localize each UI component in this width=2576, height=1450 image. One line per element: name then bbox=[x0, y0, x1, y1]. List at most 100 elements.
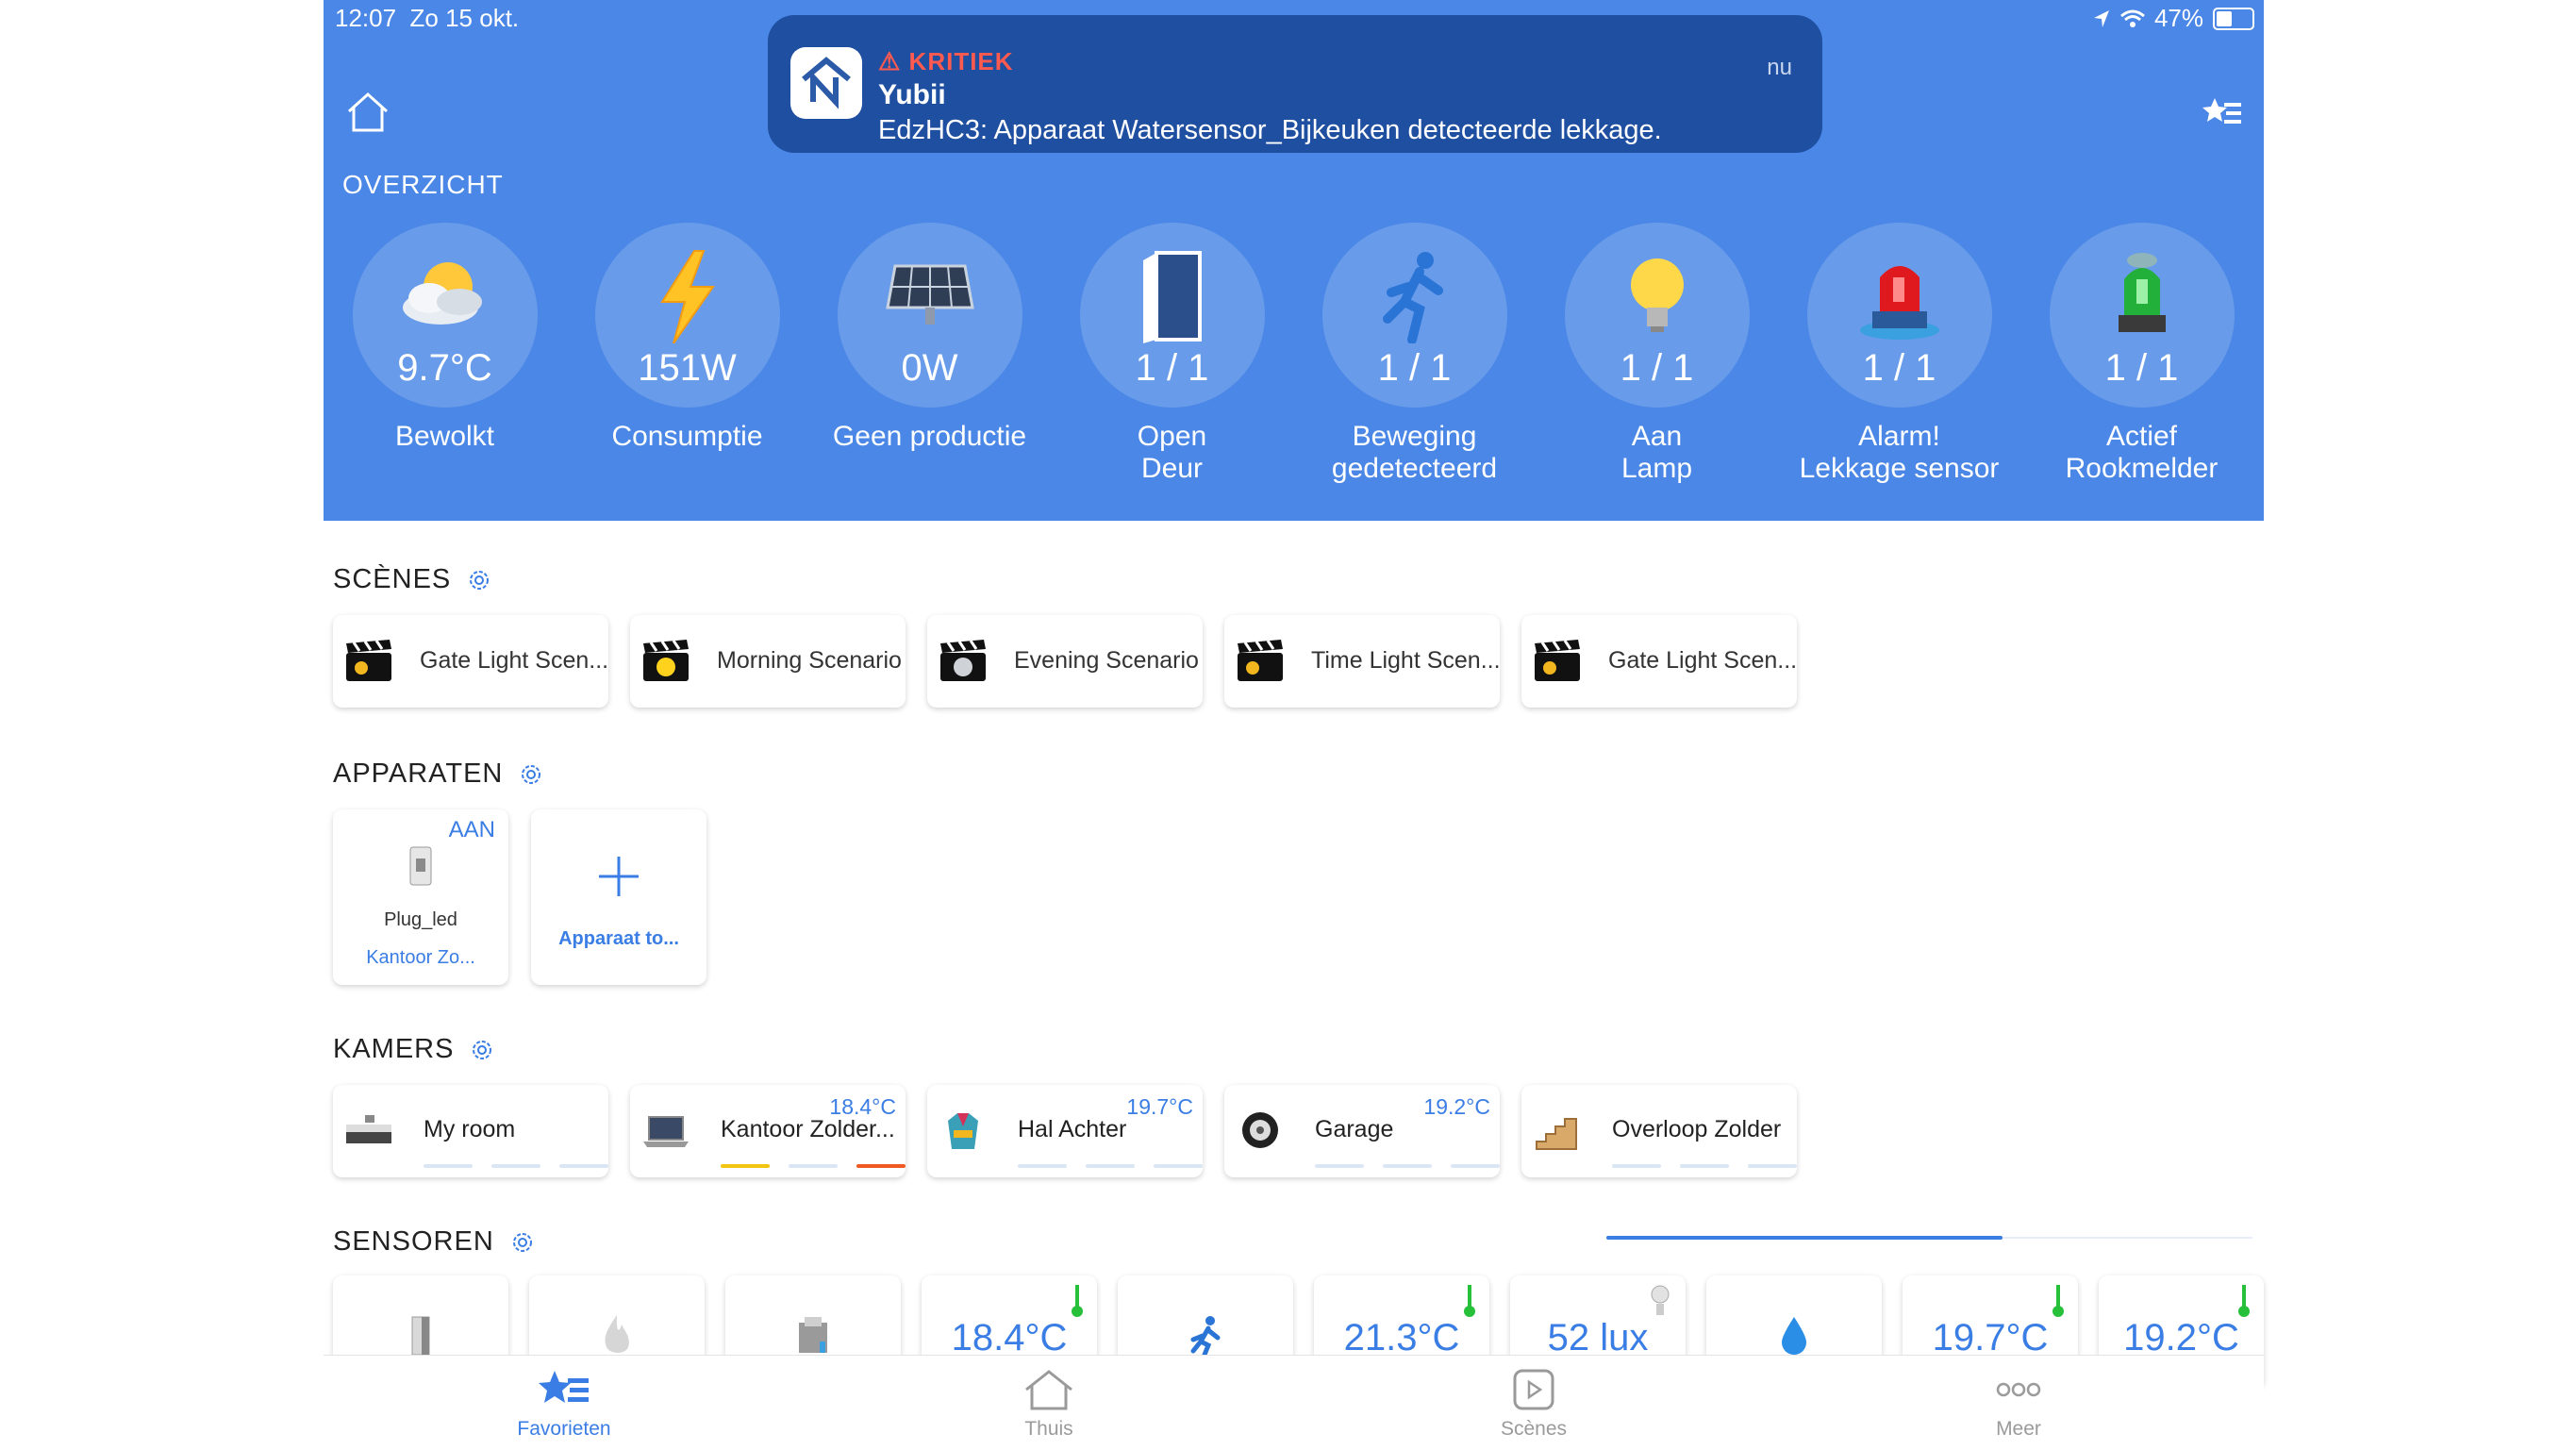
scene-card[interactable]: Morning Scenario bbox=[630, 615, 906, 708]
clapperboard-icon bbox=[643, 640, 689, 681]
overview-value: 1 / 1 bbox=[1135, 347, 1209, 389]
add-device-label: Apparaat to... bbox=[558, 928, 679, 949]
favorites-list-icon[interactable] bbox=[2202, 94, 2243, 132]
overview-value: 1 / 1 bbox=[1377, 347, 1452, 389]
home-icon[interactable] bbox=[344, 89, 391, 136]
door-icon bbox=[1142, 251, 1202, 343]
door-sensor-icon bbox=[411, 1316, 430, 1356]
lightning-icon bbox=[659, 250, 715, 343]
scene-label: Time Light Scen... bbox=[1311, 647, 1501, 674]
gear-icon[interactable] bbox=[466, 567, 492, 593]
overview-circle: 0W bbox=[837, 223, 1022, 408]
scene-card[interactable]: Time Light Scen... bbox=[1224, 615, 1501, 708]
scene-label: Gate Light Scen... bbox=[420, 647, 609, 674]
overview-circle: 1 / 1 bbox=[1806, 223, 1992, 408]
gear-icon[interactable] bbox=[469, 1037, 495, 1063]
overview-value: 1 / 1 bbox=[1862, 347, 1936, 389]
sensor-value: 18.4°C bbox=[951, 1317, 1068, 1358]
overview-consumption[interactable]: 151W Consumptie bbox=[566, 223, 808, 453]
tab-favorites[interactable]: Favorieten bbox=[470, 1369, 658, 1441]
thermometer-icon bbox=[2238, 1285, 2250, 1317]
plus-icon bbox=[599, 857, 639, 896]
overview-circle: 9.7°C bbox=[352, 223, 538, 408]
scene-label: Evening Scenario bbox=[1014, 647, 1199, 674]
play-icon bbox=[1513, 1369, 1554, 1410]
overview-label: Geen productie bbox=[832, 421, 1027, 452]
clapperboard-icon bbox=[1535, 640, 1580, 681]
scene-card[interactable]: Gate Light Scen... bbox=[1521, 615, 1797, 708]
motion-icon bbox=[1190, 1316, 1221, 1357]
overview-weather[interactable]: 9.7°C Bewolkt bbox=[324, 223, 566, 453]
status-bar-time: 12:07 Zo 15 okt. bbox=[335, 4, 520, 32]
notification-app-name: Yubii bbox=[878, 79, 946, 110]
overview-label: Beweging gedetecteerd bbox=[1331, 421, 1498, 484]
overview-circle: 1 / 1 bbox=[2049, 223, 2235, 408]
overview-lamp[interactable]: 1 / 1 Aan Lamp bbox=[1536, 223, 1778, 485]
overview-door[interactable]: 1 / 1 Open Deur bbox=[1051, 223, 1293, 485]
overview-circle: 1 / 1 bbox=[1321, 223, 1507, 408]
sensors-section-title: SENSOREN bbox=[333, 1226, 536, 1258]
clapperboard-icon bbox=[940, 640, 986, 681]
room-indicators bbox=[424, 1164, 608, 1168]
room-card[interactable]: 18.4°C Kantoor Zolder... bbox=[630, 1085, 906, 1177]
add-device-button[interactable]: Apparaat to... bbox=[531, 809, 706, 985]
room-card[interactable]: 19.2°C Garage bbox=[1224, 1085, 1500, 1177]
green-siren-icon bbox=[2118, 253, 2166, 332]
thermometer-icon bbox=[1464, 1285, 1475, 1317]
overview-motion[interactable]: 1 / 1 Beweging gedetecteerd bbox=[1293, 223, 1536, 485]
battery-icon bbox=[2213, 7, 2254, 30]
status-bar-right: 47% bbox=[2092, 4, 2254, 33]
rooms-section-title: KAMERS bbox=[333, 1034, 495, 1065]
plug-icon bbox=[409, 846, 432, 886]
overview-circle: 1 / 1 bbox=[1079, 223, 1265, 408]
wheel-icon bbox=[1242, 1112, 1278, 1148]
room-name: Garage bbox=[1315, 1116, 1394, 1142]
gear-icon[interactable] bbox=[509, 1229, 536, 1256]
device-card[interactable]: AAN Plug_led Kantoor Zo... bbox=[333, 809, 508, 985]
coats-icon bbox=[948, 1113, 978, 1149]
sensor-scroll-indicator[interactable] bbox=[1606, 1236, 2003, 1240]
battery-level bbox=[2217, 10, 2232, 26]
tab-more[interactable]: Meer bbox=[1924, 1369, 2113, 1441]
overview-circle: 1 / 1 bbox=[1564, 223, 1750, 408]
battery-percent: 47% bbox=[2153, 4, 2203, 32]
tab-home[interactable]: Thuis bbox=[955, 1369, 1143, 1441]
overview-title: OVERZICHT bbox=[342, 170, 504, 199]
critical-notification[interactable]: ⚠ KRITIEK Yubii EdzHC3: Apparaat Waterse… bbox=[768, 15, 1822, 153]
gear-icon[interactable] bbox=[518, 761, 544, 788]
room-card[interactable]: Overloop Zolder bbox=[1521, 1085, 1797, 1177]
flame-icon bbox=[605, 1315, 629, 1353]
clapperboard-icon bbox=[346, 640, 391, 681]
thermometer-icon bbox=[1072, 1285, 1083, 1317]
room-name: Hal Achter bbox=[1018, 1116, 1127, 1142]
sensor-value: 19.2°C bbox=[2123, 1317, 2239, 1358]
device-room: Kantoor Zo... bbox=[366, 947, 475, 968]
room-card[interactable]: 19.7°C Hal Achter bbox=[927, 1085, 1203, 1177]
house-icon bbox=[1025, 1370, 1072, 1410]
overview-value: 9.7°C bbox=[397, 347, 492, 389]
solar-panel-icon bbox=[885, 264, 974, 325]
overview-production[interactable]: 0W Geen productie bbox=[808, 223, 1051, 453]
overview-circle: 151W bbox=[594, 223, 780, 408]
scenes-section-title: SCÈNES bbox=[333, 564, 492, 595]
room-name: My room bbox=[424, 1116, 516, 1142]
room-temp: 19.7°C bbox=[1126, 1094, 1193, 1119]
tab-scenes[interactable]: Scènes bbox=[1439, 1369, 1628, 1441]
app-window: 12:07 Zo 15 okt. 47% OVERZICHT 9.7°C Bew… bbox=[324, 0, 2264, 1450]
app-logo-icon bbox=[790, 47, 862, 119]
overview-label: Actief Rookmelder bbox=[2065, 421, 2219, 484]
sensor-value: 19.7°C bbox=[1932, 1317, 2049, 1358]
overview-smoke[interactable]: 1 / 1 Actief Rookmelder bbox=[2020, 223, 2263, 485]
scene-card[interactable]: Gate Light Scen... bbox=[333, 615, 608, 708]
overview-value: 1 / 1 bbox=[2104, 347, 2179, 389]
devices-section-title: APPARATEN bbox=[333, 758, 544, 790]
thermometer-icon bbox=[2052, 1285, 2064, 1317]
overview-label: Bewolkt bbox=[394, 421, 495, 452]
scene-label: Gate Light Scen... bbox=[1608, 647, 1798, 674]
scene-card[interactable]: Evening Scenario bbox=[927, 615, 1203, 708]
overview-value: 151W bbox=[638, 347, 737, 389]
room-card[interactable]: My room bbox=[333, 1085, 608, 1177]
overview-label: Alarm! Lekkage sensor bbox=[1799, 421, 2000, 484]
stairs-icon bbox=[1536, 1118, 1577, 1150]
overview-leak-alarm[interactable]: 1 / 1 Alarm! Lekkage sensor bbox=[1778, 223, 2020, 485]
